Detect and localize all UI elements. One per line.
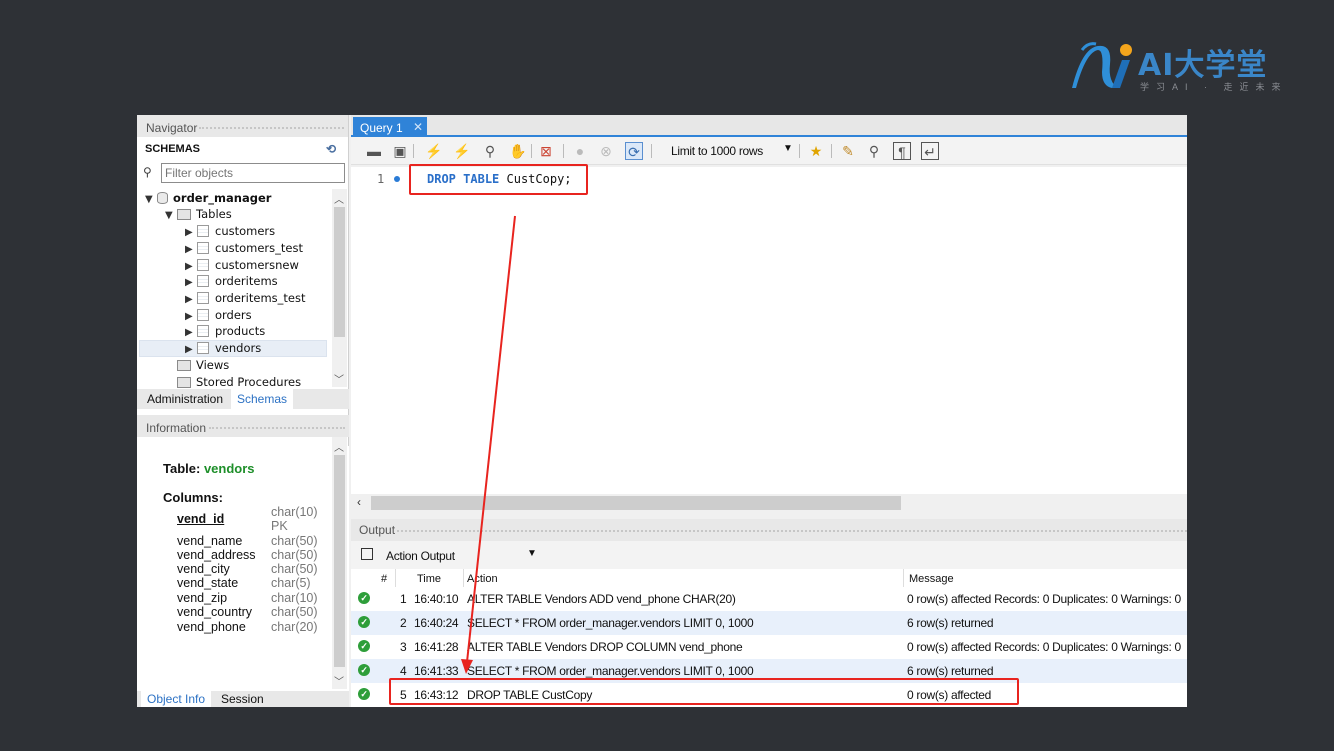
annotation-arrow [461, 215, 516, 674]
